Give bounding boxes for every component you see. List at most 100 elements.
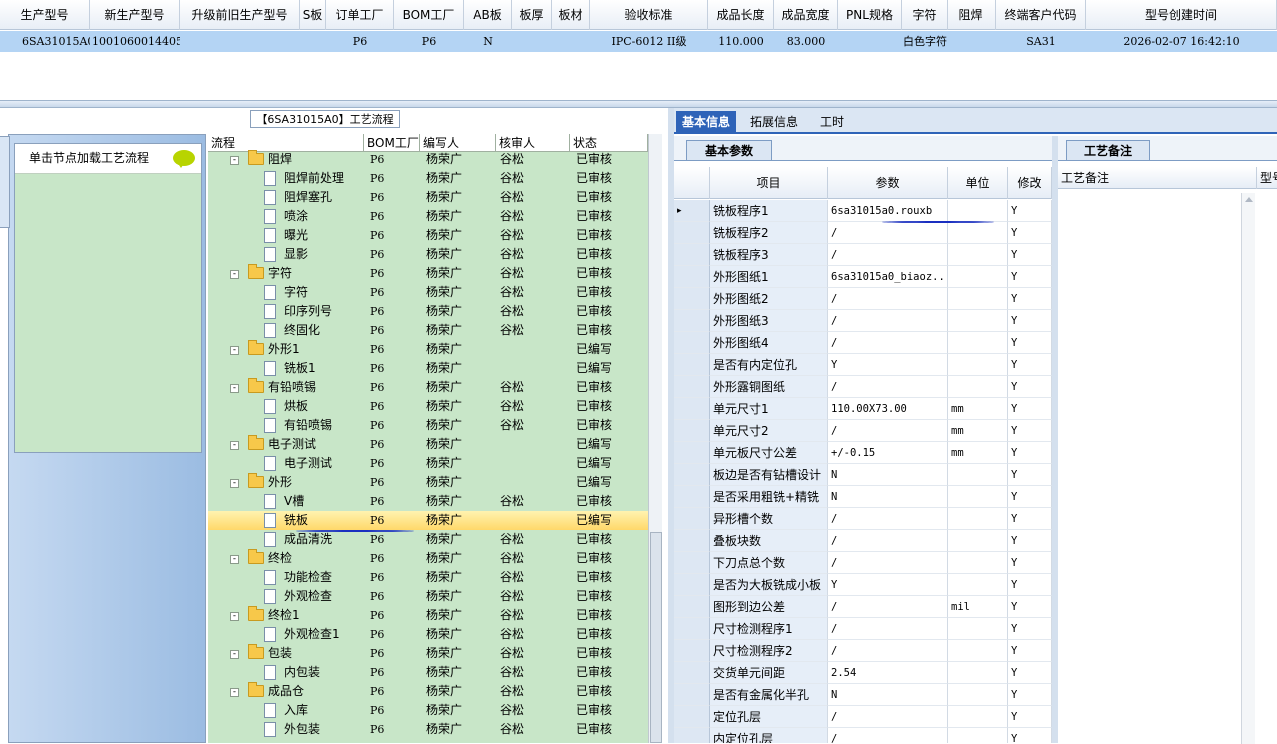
collapse-toggle-icon[interactable]: - — [230, 270, 239, 279]
scroll-up-icon[interactable] — [1245, 197, 1253, 202]
table-row[interactable]: 交货单元间距 2.54 Y — [674, 662, 1052, 684]
tree-leaf-node[interactable]: 阻焊前处理 P6 杨荣广 谷松 已审核 — [208, 169, 648, 188]
param-cell-param[interactable]: +/-0.15 — [828, 442, 948, 464]
param-cell-unit[interactable]: mm — [948, 420, 1008, 442]
row-indicator[interactable] — [674, 288, 710, 310]
row-indicator[interactable] — [674, 728, 710, 743]
collapse-toggle-icon[interactable]: - — [230, 612, 239, 621]
param-cell-param[interactable]: 2.54 — [828, 662, 948, 684]
param-cell-param[interactable]: N — [828, 464, 948, 486]
row-indicator[interactable] — [674, 684, 710, 706]
row-indicator[interactable] — [674, 662, 710, 684]
param-cell-mod[interactable]: Y — [1008, 552, 1052, 574]
row-indicator[interactable]: ▸ — [674, 200, 710, 222]
param-cell-mod[interactable]: Y — [1008, 222, 1052, 244]
tree-leaf-node[interactable]: 入库 P6 杨荣广 谷松 已审核 — [208, 701, 648, 720]
tree-leaf-node[interactable]: 曝光 P6 杨荣广 谷松 已审核 — [208, 226, 648, 245]
param-cell-unit[interactable] — [948, 288, 1008, 310]
note-column-header[interactable]: 工艺备注 — [1058, 167, 1257, 189]
param-cell-unit[interactable]: mil — [948, 596, 1008, 618]
param-cell-param[interactable]: / — [828, 288, 948, 310]
column-header[interactable]: 验收标准 — [590, 0, 708, 30]
param-cell-mod[interactable]: Y — [1008, 684, 1052, 706]
param-cell-mod[interactable]: Y — [1008, 244, 1052, 266]
column-header[interactable]: 字符 — [902, 0, 948, 30]
param-cell-param[interactable]: 110.00X73.00 — [828, 398, 948, 420]
param-cell-unit[interactable] — [948, 200, 1008, 222]
row-indicator[interactable] — [674, 618, 710, 640]
param-cell-param[interactable]: / — [828, 706, 948, 728]
column-header[interactable]: 终端客户代码 — [996, 0, 1086, 30]
tree-folder-node[interactable]: - 电子测试 P6 杨荣广 已编写 — [208, 435, 648, 454]
param-cell-param[interactable]: / — [828, 596, 948, 618]
param-column-header[interactable]: 修改 — [1008, 167, 1052, 199]
tab-basic-params[interactable]: 基本参数 — [686, 140, 772, 160]
param-cell-param[interactable]: / — [828, 552, 948, 574]
column-header[interactable]: 成品宽度 — [774, 0, 838, 30]
tree-leaf-node[interactable]: 铣板 P6 杨荣广 已编写 — [208, 511, 648, 530]
column-header[interactable]: S板 — [300, 0, 326, 30]
param-cell-mod[interactable]: Y — [1008, 310, 1052, 332]
param-cell-param[interactable]: N — [828, 684, 948, 706]
table-row[interactable]: 是否有金属化半孔 N Y — [674, 684, 1052, 706]
tree-leaf-node[interactable]: 终固化 P6 杨荣广 谷松 已审核 — [208, 321, 648, 340]
column-header[interactable]: 新生产型号 — [90, 0, 180, 30]
tree-leaf-node[interactable]: 外观检查1 P6 杨荣广 谷松 已审核 — [208, 625, 648, 644]
param-cell-unit[interactable] — [948, 310, 1008, 332]
tree-folder-node[interactable]: - 阻焊 P6 杨荣广 谷松 已审核 — [208, 150, 648, 169]
param-cell-param[interactable]: / — [828, 728, 948, 743]
param-cell-mod[interactable]: Y — [1008, 662, 1052, 684]
table-row[interactable]: ▸ 铣板程序1 6sa31015a0.rouxb Y — [674, 200, 1052, 222]
column-header[interactable]: 成品长度 — [708, 0, 774, 30]
param-cell-unit[interactable] — [948, 332, 1008, 354]
param-cell-unit[interactable] — [948, 464, 1008, 486]
column-header[interactable]: AB板 — [464, 0, 512, 30]
table-row[interactable]: 外形图纸1 6sa31015a0_biaoz... Y — [674, 266, 1052, 288]
row-indicator[interactable] — [674, 552, 710, 574]
tree-leaf-node[interactable]: 外包装 P6 杨荣广 谷松 已审核 — [208, 720, 648, 739]
tree-leaf-node[interactable]: 有铅喷锡 P6 杨荣广 谷松 已审核 — [208, 416, 648, 435]
param-cell-mod[interactable]: Y — [1008, 464, 1052, 486]
table-row[interactable]: 外形图纸4/ Y — [674, 332, 1052, 354]
param-cell-unit[interactable] — [948, 486, 1008, 508]
tree-leaf-node[interactable]: 喷涂 P6 杨荣广 谷松 已审核 — [208, 207, 648, 226]
table-row[interactable]: 异形槽个数 / Y — [674, 508, 1052, 530]
row-indicator[interactable] — [674, 464, 710, 486]
param-cell-mod[interactable]: Y — [1008, 200, 1052, 222]
param-cell-unit[interactable] — [948, 222, 1008, 244]
param-cell-mod[interactable]: Y — [1008, 640, 1052, 662]
param-cell-mod[interactable]: Y — [1008, 442, 1052, 464]
param-cell-mod[interactable]: Y — [1008, 332, 1052, 354]
side-tab[interactable] — [0, 136, 10, 228]
param-cell-param[interactable]: / — [828, 332, 948, 354]
row-indicator[interactable] — [674, 574, 710, 596]
param-cell-unit[interactable] — [948, 508, 1008, 530]
column-header[interactable]: 升级前旧生产型号 — [180, 0, 300, 30]
param-cell-unit[interactable]: mm — [948, 398, 1008, 420]
param-cell-unit[interactable] — [948, 354, 1008, 376]
param-cell-mod[interactable]: Y — [1008, 508, 1052, 530]
param-cell-unit[interactable] — [948, 728, 1008, 743]
row-indicator[interactable] — [674, 376, 710, 398]
param-cell-mod[interactable]: Y — [1008, 420, 1052, 442]
param-cell-param[interactable]: Y — [828, 574, 948, 596]
param-cell-param[interactable]: / — [828, 244, 948, 266]
param-cell-param[interactable]: Y — [828, 354, 948, 376]
param-column-header[interactable]: 参数 — [828, 167, 948, 199]
table-row[interactable]: 外形露铜图纸 / Y — [674, 376, 1052, 398]
param-cell-param[interactable]: 6sa31015a0_biaoz... — [828, 266, 948, 288]
table-row[interactable]: 下刀点总个数 / Y — [674, 552, 1052, 574]
param-cell-mod[interactable]: Y — [1008, 486, 1052, 508]
tree-scrollbar[interactable] — [648, 134, 662, 743]
param-cell-mod[interactable]: Y — [1008, 288, 1052, 310]
tree-leaf-node[interactable]: V槽 P6 杨荣广 谷松 已审核 — [208, 492, 648, 511]
row-indicator[interactable] — [674, 266, 710, 288]
row-indicator[interactable] — [674, 706, 710, 728]
table-row[interactable]: 铣板程序2/ Y — [674, 222, 1052, 244]
row-indicator[interactable] — [674, 398, 710, 420]
param-cell-param[interactable]: / — [828, 420, 948, 442]
column-header[interactable]: 阻焊 — [946, 0, 996, 30]
param-cell-unit[interactable] — [948, 552, 1008, 574]
collapse-toggle-icon[interactable]: - — [230, 156, 239, 165]
param-cell-unit[interactable] — [948, 244, 1008, 266]
